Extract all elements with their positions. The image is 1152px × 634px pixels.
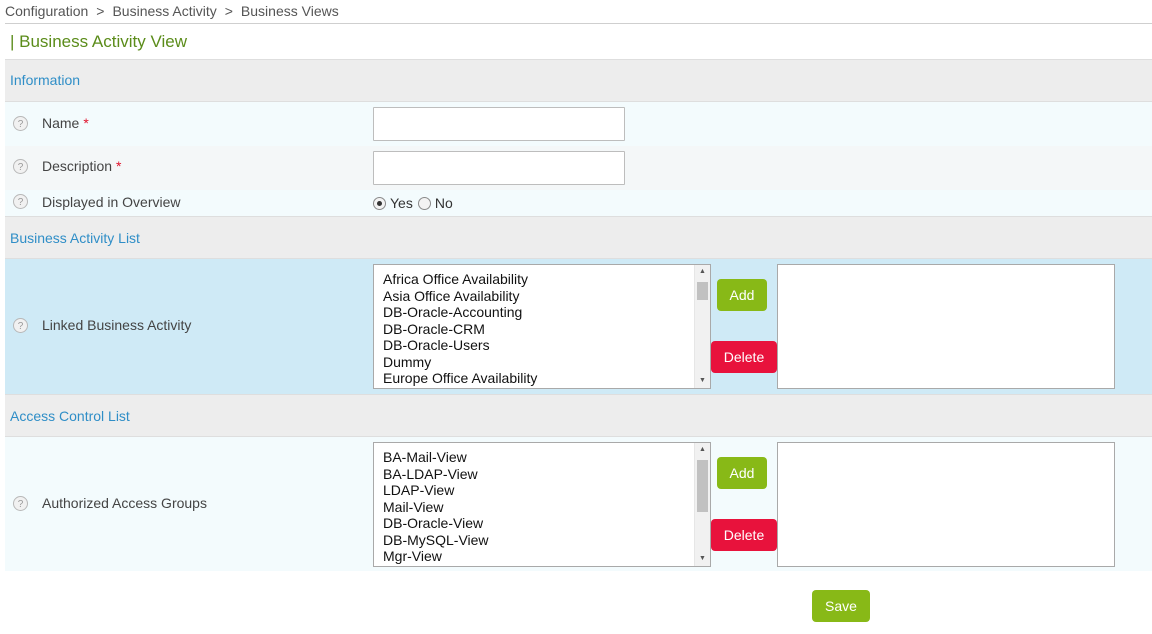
add-linked-activity-button[interactable]: Add bbox=[717, 279, 767, 311]
row-description: ? Description * bbox=[5, 146, 1152, 190]
breadcrumb-business-activity[interactable]: Business Activity bbox=[112, 3, 216, 19]
list-item[interactable]: Mail-View bbox=[383, 499, 489, 516]
list-item[interactable]: Dummy bbox=[383, 354, 537, 371]
add-access-group-button[interactable]: Add bbox=[717, 457, 767, 489]
required-marker: * bbox=[116, 158, 122, 174]
list-item[interactable]: BA-LDAP-View bbox=[383, 466, 489, 483]
name-input[interactable] bbox=[373, 107, 625, 141]
page-title: | Business Activity View bbox=[10, 32, 188, 51]
scroll-down-icon[interactable]: ▼ bbox=[695, 374, 710, 388]
scroll-up-icon[interactable]: ▲ bbox=[695, 443, 710, 457]
breadcrumb-configuration[interactable]: Configuration bbox=[5, 3, 88, 19]
authorized-access-groups-selected-list[interactable] bbox=[777, 442, 1115, 567]
list-item[interactable]: Africa Office Availability bbox=[383, 271, 537, 288]
scrollbar[interactable]: ▲ ▼ bbox=[694, 443, 710, 566]
section-business-activity-list: Business Activity List bbox=[5, 216, 1152, 259]
radio-yes-label[interactable]: Yes bbox=[390, 195, 413, 211]
description-label: Description * bbox=[42, 158, 122, 174]
list-items: BA-Mail-View BA-LDAP-View LDAP-View Mail… bbox=[383, 449, 489, 565]
section-information: Information bbox=[5, 59, 1152, 102]
linked-business-activity-label: Linked Business Activity bbox=[42, 317, 192, 333]
delete-access-group-button[interactable]: Delete bbox=[711, 519, 777, 551]
help-icon[interactable]: ? bbox=[13, 318, 28, 333]
scroll-down-icon[interactable]: ▼ bbox=[695, 552, 710, 566]
breadcrumb-separator: > bbox=[96, 3, 105, 19]
section-title-business-activity-list: Business Activity List bbox=[10, 230, 140, 246]
list-item[interactable]: DB-Oracle-View bbox=[383, 515, 489, 532]
save-button[interactable]: Save bbox=[812, 590, 870, 622]
authorized-access-groups-available-list[interactable]: BA-Mail-View BA-LDAP-View LDAP-View Mail… bbox=[373, 442, 711, 567]
authorized-access-groups-label: Authorized Access Groups bbox=[42, 495, 207, 511]
list-item[interactable]: DB-Oracle-Users bbox=[383, 337, 537, 354]
scroll-up-icon[interactable]: ▲ bbox=[695, 265, 710, 279]
radio-yes[interactable] bbox=[373, 197, 386, 210]
list-item[interactable]: Mgr-View bbox=[383, 548, 489, 565]
help-icon[interactable]: ? bbox=[13, 194, 28, 209]
help-icon[interactable]: ? bbox=[13, 159, 28, 174]
breadcrumb-business-views[interactable]: Business Views bbox=[241, 3, 339, 19]
radio-no-label[interactable]: No bbox=[435, 195, 453, 211]
breadcrumb: Configuration > Business Activity > Business… bbox=[5, 0, 1152, 24]
section-access-control-list: Access Control List bbox=[5, 394, 1152, 437]
section-title-access-control-list: Access Control List bbox=[10, 408, 130, 424]
description-input[interactable] bbox=[373, 151, 625, 185]
list-item[interactable]: DB-Oracle-Accounting bbox=[383, 304, 537, 321]
required-marker: * bbox=[83, 115, 89, 131]
list-item[interactable]: Europe Office Availability bbox=[383, 370, 537, 387]
row-linked-business-activity: ? Linked Business Activity Africa Office… bbox=[5, 259, 1152, 394]
name-label: Name * bbox=[42, 115, 89, 131]
scrollbar[interactable]: ▲ ▼ bbox=[694, 265, 710, 388]
linked-business-activity-available-list[interactable]: Africa Office Availability Asia Office A… bbox=[373, 264, 711, 389]
row-name: ? Name * bbox=[5, 102, 1152, 146]
section-title-information: Information bbox=[10, 72, 81, 88]
row-authorized-access-groups: ? Authorized Access Groups BA-Mail-View … bbox=[5, 437, 1152, 571]
help-icon[interactable]: ? bbox=[13, 496, 28, 511]
list-item[interactable]: DB-Oracle-CRM bbox=[383, 321, 537, 338]
displayed-in-overview-radio-group: Yes No bbox=[373, 195, 458, 211]
list-item[interactable]: LDAP-View bbox=[383, 482, 489, 499]
list-item[interactable]: BA-Mail-View bbox=[383, 449, 489, 466]
scrollbar-thumb[interactable] bbox=[697, 460, 708, 512]
row-displayed-in-overview: ? Displayed in Overview Yes No bbox=[5, 190, 1152, 216]
help-icon[interactable]: ? bbox=[13, 116, 28, 131]
list-item[interactable]: DB-MySQL-View bbox=[383, 532, 489, 549]
delete-linked-activity-button[interactable]: Delete bbox=[711, 341, 777, 373]
breadcrumb-separator: > bbox=[224, 3, 233, 19]
radio-no[interactable] bbox=[417, 197, 431, 210]
scrollbar-thumb[interactable] bbox=[697, 282, 708, 300]
list-items: Africa Office Availability Asia Office A… bbox=[383, 271, 537, 387]
linked-business-activity-selected-list[interactable] bbox=[777, 264, 1115, 389]
displayed-in-overview-label: Displayed in Overview bbox=[42, 194, 181, 210]
list-item[interactable]: Asia Office Availability bbox=[383, 288, 537, 305]
